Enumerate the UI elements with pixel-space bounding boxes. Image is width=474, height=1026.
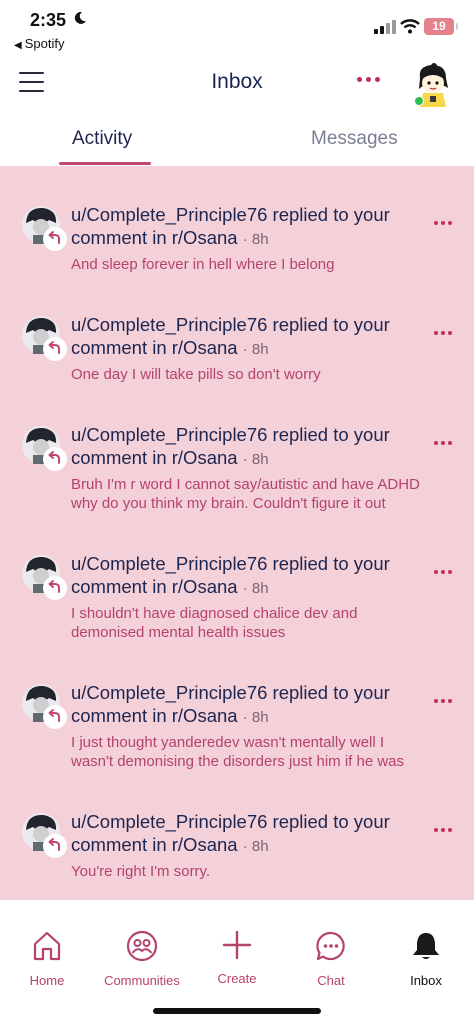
notification-body: One day I will take pills so don't worry	[71, 366, 321, 383]
nav-home[interactable]: Home	[2, 930, 92, 988]
header: Inbox	[0, 56, 474, 114]
home-indicator	[153, 1008, 321, 1014]
nav-chat[interactable]: Chat	[286, 930, 376, 988]
user-avatar[interactable]	[412, 62, 454, 108]
notification-title: u/Complete_Principle76 replied to your c…	[71, 682, 390, 726]
notification-time: · 8h	[242, 341, 269, 358]
commenter-avatar	[21, 205, 69, 253]
online-status-dot	[414, 96, 424, 106]
nav-create[interactable]: Create	[192, 930, 282, 986]
notification-time: · 8h	[242, 451, 269, 468]
notification-more-icon[interactable]	[434, 699, 452, 703]
wifi-icon	[400, 19, 420, 34]
notification-title: u/Complete_Principle76 replied to your c…	[71, 314, 390, 358]
more-options-icon[interactable]	[357, 77, 380, 82]
notification-time: · 8h	[242, 838, 269, 855]
commenter-avatar	[21, 425, 69, 473]
battery-level: 19	[432, 19, 446, 33]
notification-more-icon[interactable]	[434, 331, 452, 335]
notification-item[interactable]: u/Complete_Principle76 replied to your c…	[0, 773, 474, 903]
bell-icon	[413, 933, 439, 959]
notification-body: Bruh I'm r word I cannot say/autistic an…	[71, 476, 420, 512]
active-tab-indicator	[59, 162, 151, 165]
nav-inbox[interactable]: Inbox	[381, 930, 471, 988]
notification-title: u/Complete_Principle76 replied to your c…	[71, 811, 390, 855]
notification-more-icon[interactable]	[434, 828, 452, 832]
chat-icon	[316, 931, 345, 961]
inbox-tabs: Activity Messages	[0, 114, 474, 166]
notification-body: And sleep forever in hell where I belong	[71, 256, 335, 273]
nav-home-label: Home	[29, 973, 65, 988]
notification-body: I shouldn't have diagnosed chalice dev a…	[71, 605, 358, 641]
notification-time: · 8h	[242, 231, 269, 248]
notification-list: u/Complete_Principle76 replied to your c…	[0, 166, 474, 900]
notification-item[interactable]: u/Complete_Principle76 replied to your c…	[0, 386, 474, 516]
notification-more-icon[interactable]	[434, 441, 452, 445]
notification-item[interactable]: u/Complete_Principle76 replied to your c…	[0, 515, 474, 645]
commenter-avatar	[21, 554, 69, 602]
notification-title: u/Complete_Principle76 replied to your c…	[71, 424, 390, 468]
notification-time: · 8h	[242, 580, 269, 597]
notification-body: You're right I'm sorry.	[71, 863, 211, 880]
back-app-label: Spotify	[24, 36, 65, 51]
commenter-avatar	[21, 683, 69, 731]
notification-more-icon[interactable]	[434, 570, 452, 574]
notification-title: u/Complete_Principle76 replied to your c…	[71, 553, 390, 597]
back-to-app-link[interactable]: ◀ Spotify	[14, 36, 64, 51]
nav-chat-label: Chat	[317, 973, 345, 988]
status-bar: 2:35 ◀ Spotify 19	[0, 0, 474, 56]
commenter-avatar	[21, 315, 69, 363]
plus-icon	[222, 930, 252, 960]
nav-communities-label: Communities	[104, 973, 180, 988]
notification-title: u/Complete_Principle76 replied to your c…	[71, 204, 390, 248]
home-icon	[33, 931, 61, 961]
commenter-avatar	[21, 812, 69, 860]
nav-create-label: Create	[217, 971, 257, 986]
back-triangle-icon: ◀	[14, 40, 22, 51]
notification-item[interactable]: u/Complete_Principle76 replied to your c…	[0, 644, 474, 774]
notification-body: I just thought yanderedev wasn't mentall…	[71, 734, 405, 770]
tab-messages[interactable]: Messages	[311, 128, 398, 150]
communities-icon	[126, 930, 158, 962]
battery-indicator: 19	[424, 18, 458, 35]
notification-time: · 8h	[242, 709, 269, 726]
tab-activity[interactable]: Activity	[72, 128, 132, 150]
nav-inbox-label: Inbox	[410, 973, 442, 988]
nav-communities[interactable]: Communities	[97, 930, 187, 988]
notification-more-icon[interactable]	[434, 221, 452, 225]
signal-icon	[374, 20, 396, 34]
page-title: Inbox	[211, 70, 263, 93]
moon-icon	[74, 11, 86, 24]
status-time: 2:35	[30, 10, 67, 30]
